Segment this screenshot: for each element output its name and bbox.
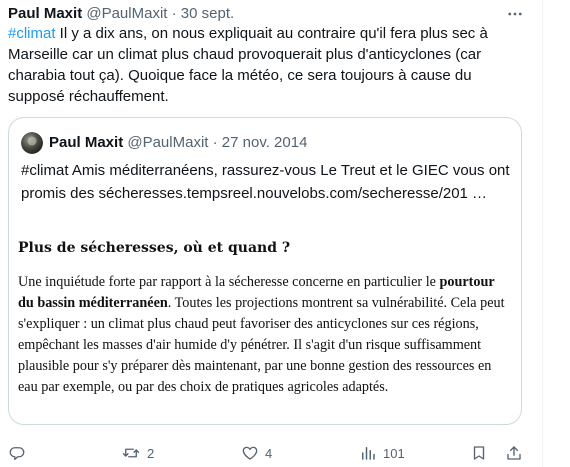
bookmark-icon [473, 446, 485, 460]
quoted-author-handle[interactable]: @PaulMaxit [127, 134, 208, 151]
quoted-date[interactable]: 27 nov. 2014 [222, 134, 308, 151]
article-body-start: Une inquiétude forte par rapport à la sé… [18, 274, 440, 290]
reply-icon [9, 447, 25, 461]
share-button[interactable] [505, 441, 523, 465]
retweet-count: 2 [147, 445, 155, 461]
tweet-body: Il y a dix ans, on nous expliquait au co… [8, 25, 488, 105]
author-name[interactable]: Paul Maxit [8, 5, 82, 22]
quoted-text: #climat Amis méditerranéens, rassurez-vo… [21, 162, 510, 202]
reply-button[interactable] [8, 441, 32, 465]
tweet-header: Paul Maxit @PaulMaxit · 30 sept. [8, 4, 528, 24]
more-icon [508, 12, 522, 16]
views-icon [362, 447, 375, 460]
quoted-author-name[interactable]: Paul Maxit [49, 134, 123, 151]
share-icon [507, 446, 521, 460]
action-bar: 2 4 101 [0, 441, 542, 465]
more-options-button[interactable] [505, 4, 525, 24]
views-count: 101 [383, 445, 405, 461]
heart-icon [242, 446, 258, 460]
like-button[interactable]: 4 [241, 441, 272, 465]
column-divider [542, 0, 543, 467]
like-count: 4 [265, 445, 273, 461]
avatar[interactable] [21, 132, 43, 154]
header-separator: · [171, 5, 177, 22]
author-handle[interactable]: @PaulMaxit [86, 5, 167, 22]
tweet-text: #climat Il y a dix ans, on nous expliqua… [8, 23, 528, 107]
article-title: Plus de sécheresses, où et quand ? [18, 240, 291, 256]
quoted-header: Paul Maxit @PaulMaxit · 27 nov. 2014 [49, 132, 307, 154]
tweet-date[interactable]: 30 sept. [181, 5, 234, 22]
views-button[interactable]: 101 [359, 441, 405, 465]
retweet-icon [122, 448, 140, 458]
retweet-button[interactable]: 2 [121, 441, 154, 465]
bookmark-button[interactable] [470, 441, 488, 465]
hashtag-link[interactable]: #climat [8, 25, 56, 42]
quoted-separator: · [212, 134, 218, 151]
article-body: Une inquiétude forte par rapport à la sé… [18, 272, 510, 398]
